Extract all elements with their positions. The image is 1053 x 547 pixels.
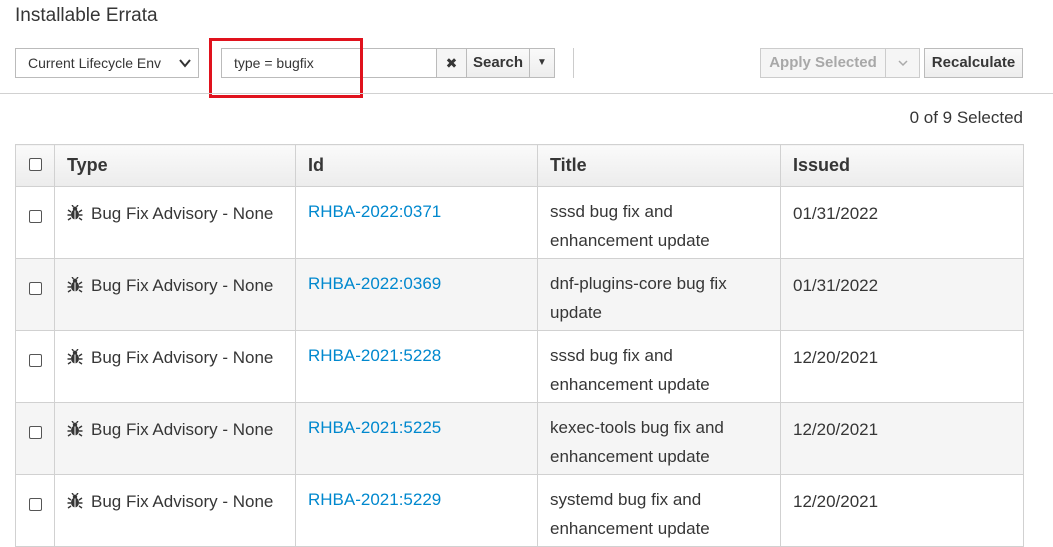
bug-icon — [67, 273, 83, 302]
issued-cell: 01/31/2022 — [780, 186, 1024, 259]
close-icon: ✖ — [445, 55, 458, 71]
errata-id-link[interactable]: RHBA-2022:0369 — [308, 274, 441, 293]
search-options-button[interactable]: ▼ — [529, 48, 555, 78]
chevron-down-icon — [178, 49, 192, 86]
row-checkbox[interactable] — [28, 354, 42, 367]
lifecycle-env-select-value: Current Lifecycle Env — [28, 55, 162, 71]
title-cell: systemd bug fix and enhancement update — [537, 474, 781, 547]
row-checkbox[interactable] — [28, 282, 42, 295]
bug-icon — [67, 489, 83, 518]
title-cell: kexec-tools bug fix and enhancement upda… — [537, 402, 781, 475]
table-row: Bug Fix Advisory - None RHBA-2021:5225 k… — [15, 402, 1024, 475]
bug-icon — [67, 201, 83, 230]
table-header-row: Type Id Title Issued — [15, 144, 1024, 187]
table-row: Bug Fix Advisory - None RHBA-2022:0369 d… — [15, 258, 1024, 331]
type-label: Bug Fix Advisory - None — [91, 492, 274, 511]
issued-date: 01/31/2022 — [793, 276, 879, 295]
clear-search-button[interactable]: ✖ — [436, 48, 467, 78]
table-row: Bug Fix Advisory - None RHBA-2021:5228 s… — [15, 330, 1024, 403]
issued-cell: 12/20/2021 — [780, 402, 1024, 475]
select-all-cell — [15, 144, 55, 187]
column-header-issued[interactable]: Issued — [780, 144, 1024, 187]
type-cell: Bug Fix Advisory - None — [54, 330, 296, 403]
errata-id-link[interactable]: RHBA-2021:5225 — [308, 418, 441, 437]
row-select-cell — [15, 258, 55, 331]
bug-icon — [67, 417, 83, 446]
bug-icon — [67, 345, 83, 374]
column-header-type[interactable]: Type — [54, 144, 296, 187]
type-label: Bug Fix Advisory - None — [91, 276, 274, 295]
chevron-down-icon — [897, 60, 908, 80]
type-cell: Bug Fix Advisory - None — [54, 186, 296, 259]
search-input[interactable]: type = bugfix — [221, 48, 437, 78]
lifecycle-env-select[interactable]: Current Lifecycle Env — [15, 48, 199, 78]
divider — [0, 93, 1053, 94]
id-cell: RHBA-2021:5228 — [295, 330, 538, 403]
row-checkbox[interactable] — [28, 210, 42, 223]
row-select-cell — [15, 474, 55, 547]
issued-date: 12/20/2021 — [793, 420, 879, 439]
errata-id-link[interactable]: RHBA-2021:5228 — [308, 346, 441, 365]
errata-title: sssd bug fix and enhancement update — [550, 346, 710, 394]
issued-cell: 01/31/2022 — [780, 258, 1024, 331]
recalculate-button[interactable]: Recalculate — [924, 48, 1023, 78]
title-cell: sssd bug fix and enhancement update — [537, 186, 781, 259]
apply-options-button[interactable] — [885, 48, 920, 78]
id-cell: RHBA-2022:0371 — [295, 186, 538, 259]
column-header-title[interactable]: Title — [537, 144, 781, 187]
title-cell: dnf-plugins-core bug fix update — [537, 258, 781, 331]
table-row: Bug Fix Advisory - None RHBA-2021:5229 s… — [15, 474, 1024, 547]
issued-date: 12/20/2021 — [793, 492, 879, 511]
id-cell: RHBA-2021:5229 — [295, 474, 538, 547]
column-header-id[interactable]: Id — [295, 144, 538, 187]
errata-title: sssd bug fix and enhancement update — [550, 202, 710, 250]
search-button[interactable]: Search — [466, 48, 530, 78]
id-cell: RHBA-2022:0369 — [295, 258, 538, 331]
type-cell: Bug Fix Advisory - None — [54, 402, 296, 475]
type-cell: Bug Fix Advisory - None — [54, 258, 296, 331]
type-cell: Bug Fix Advisory - None — [54, 474, 296, 547]
page-title: Installable Errata — [15, 5, 158, 26]
row-select-cell — [15, 186, 55, 259]
errata-id-link[interactable]: RHBA-2021:5229 — [308, 490, 441, 509]
errata-title: dnf-plugins-core bug fix update — [550, 274, 727, 322]
issued-date: 12/20/2021 — [793, 348, 879, 367]
apply-selected-button[interactable]: Apply Selected — [760, 48, 886, 78]
id-cell: RHBA-2021:5225 — [295, 402, 538, 475]
row-select-cell — [15, 330, 55, 403]
type-label: Bug Fix Advisory - None — [91, 348, 274, 367]
select-all-checkbox[interactable] — [28, 158, 42, 171]
row-checkbox[interactable] — [28, 426, 42, 439]
errata-table: Type Id Title Issued Bug Fix Advisory - … — [15, 144, 1024, 547]
issued-cell: 12/20/2021 — [780, 474, 1024, 547]
type-label: Bug Fix Advisory - None — [91, 420, 274, 439]
type-label: Bug Fix Advisory - None — [91, 204, 274, 223]
selected-count: 0 of 9 Selected — [909, 108, 1023, 127]
title-cell: sssd bug fix and enhancement update — [537, 330, 781, 403]
errata-title: kexec-tools bug fix and enhancement upda… — [550, 418, 724, 466]
errata-title: systemd bug fix and enhancement update — [550, 490, 710, 538]
row-checkbox[interactable] — [28, 498, 42, 511]
errata-id-link[interactable]: RHBA-2022:0371 — [308, 202, 441, 221]
caret-down-icon: ▼ — [537, 57, 547, 68]
issued-cell: 12/20/2021 — [780, 330, 1024, 403]
toolbar-divider — [573, 48, 574, 78]
table-row: Bug Fix Advisory - None RHBA-2022:0371 s… — [15, 186, 1024, 259]
row-select-cell — [15, 402, 55, 475]
issued-date: 01/31/2022 — [793, 204, 879, 223]
